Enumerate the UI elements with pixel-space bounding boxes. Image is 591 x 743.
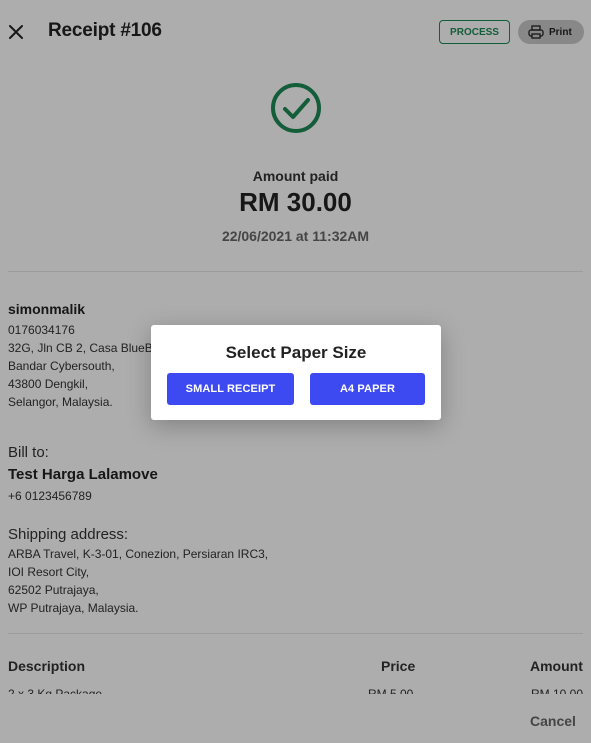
a4-paper-button[interactable]: A4 PAPER (310, 373, 425, 405)
small-receipt-button[interactable]: SMALL RECEIPT (167, 373, 294, 405)
paper-size-dialog: Select Paper Size SMALL RECEIPT A4 PAPER (151, 325, 441, 420)
dialog-title: Select Paper Size (225, 343, 367, 362)
